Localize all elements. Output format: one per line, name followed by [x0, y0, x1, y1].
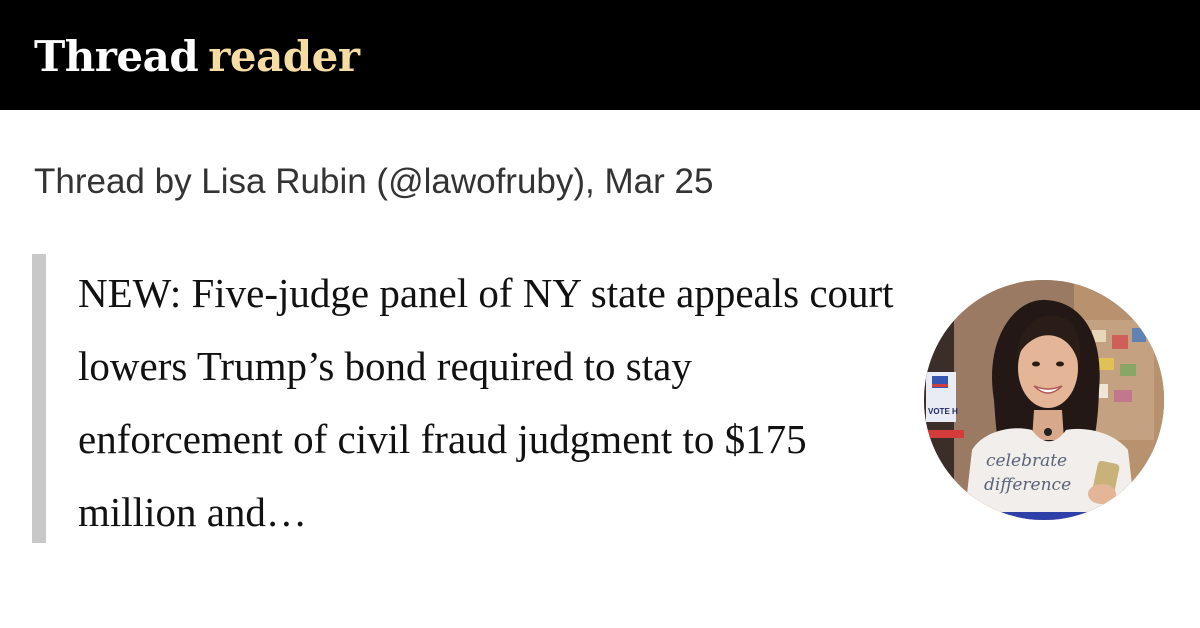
avatar-shirt-line2: difference: [984, 475, 1071, 495]
thread-reader-card: Thread reader Thread by Lisa Rubin (@lawo…: [0, 0, 1200, 628]
thread-byline[interactable]: Thread by Lisa Rubin (@lawofruby), Mar 2…: [34, 160, 713, 204]
tweet-text[interactable]: NEW: Five-judge panel of NY state appeal…: [78, 257, 898, 549]
logo-thread-word: Thread: [34, 32, 199, 81]
avatar-shirt-line1: celebrate: [986, 451, 1067, 471]
site-header: Thread reader: [0, 0, 1200, 110]
avatar-photo: VOTE H celebrate difference: [924, 280, 1164, 520]
avatar-sign-text: VOTE H: [928, 407, 958, 416]
site-logo[interactable]: Thread reader: [34, 33, 360, 81]
author-avatar[interactable]: VOTE H celebrate difference: [924, 280, 1164, 520]
logo-reader-word: reader: [208, 32, 360, 81]
quote-bar: [32, 254, 46, 543]
